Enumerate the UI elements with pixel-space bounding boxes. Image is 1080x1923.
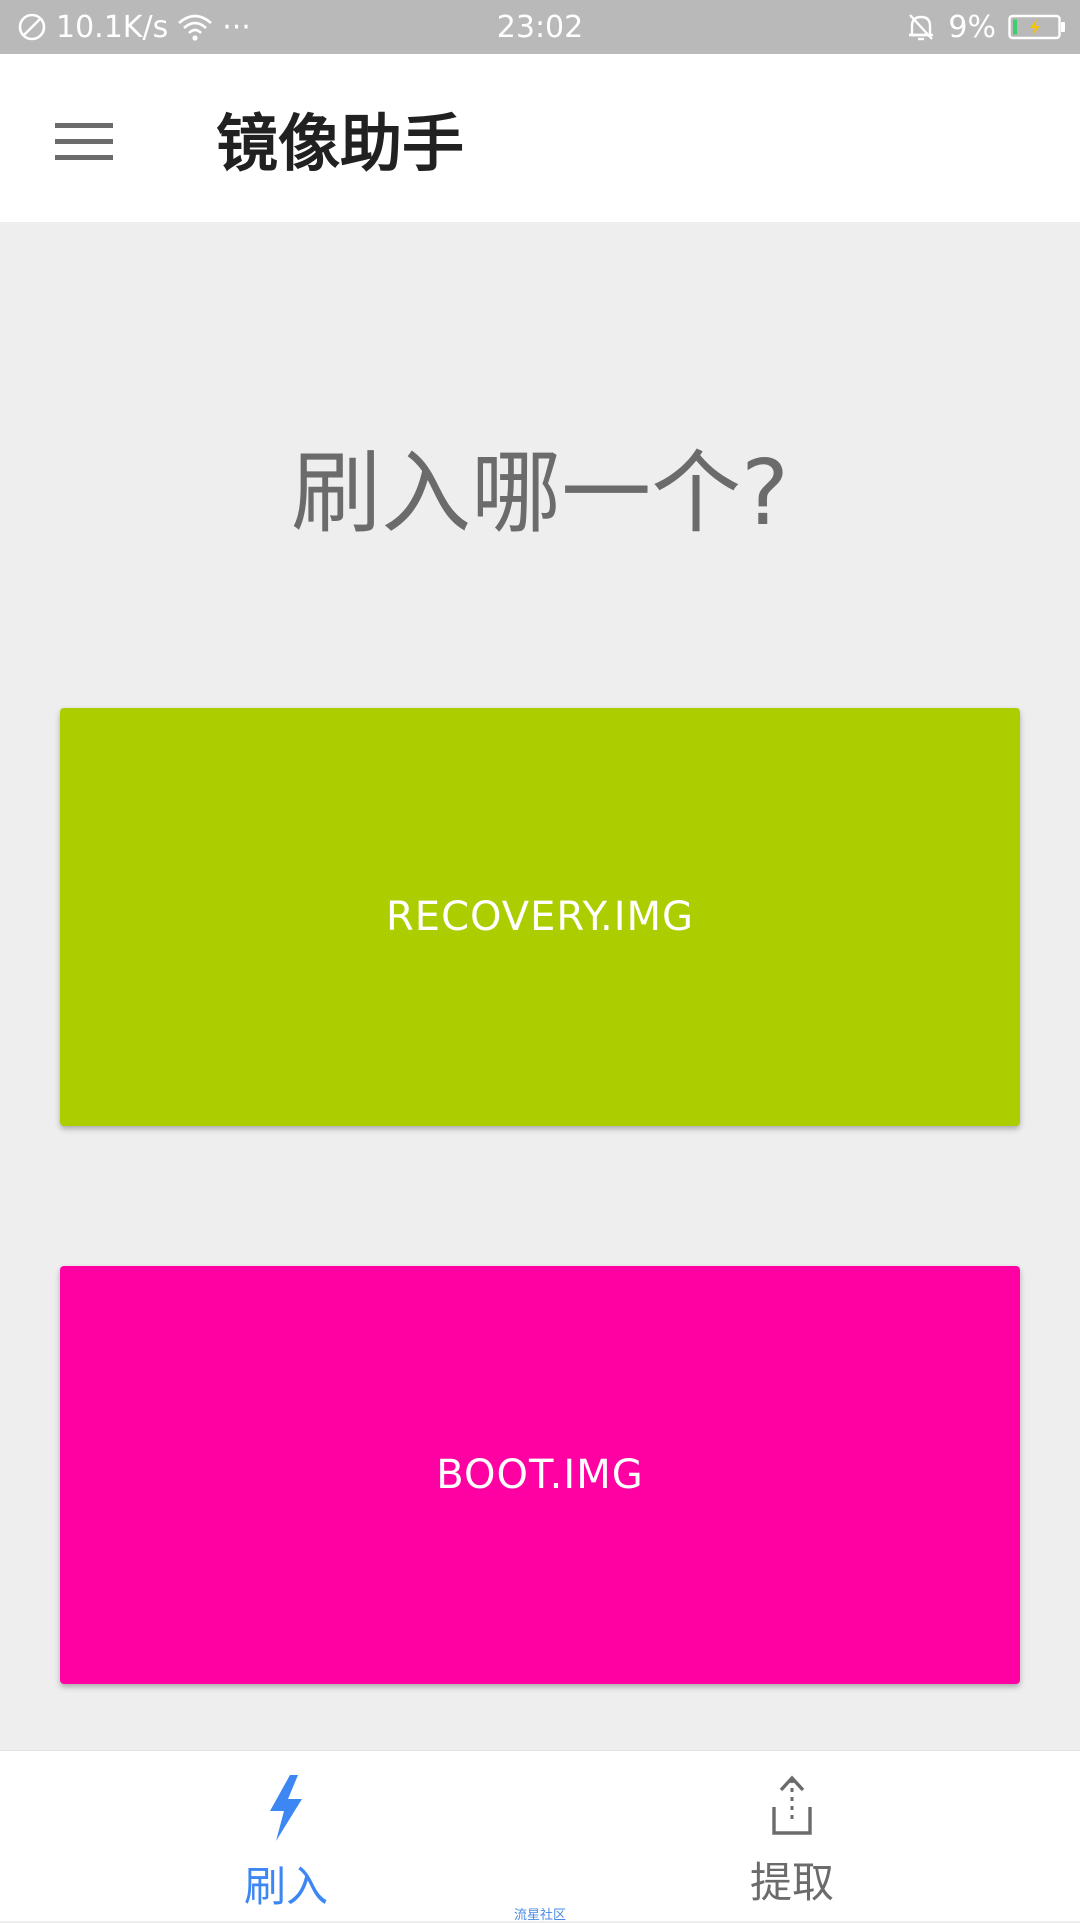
app-title: 镜像助手 <box>216 107 465 180</box>
nav-extract-label: 提取 <box>749 1858 834 1907</box>
network-speed: 10.1K/s <box>56 9 169 45</box>
flash-icon <box>264 1773 308 1847</box>
do-not-disturb-icon <box>16 11 48 43</box>
menu-button[interactable] <box>44 104 124 184</box>
boot-img-label: BOOT.IMG <box>436 1452 644 1498</box>
recovery-img-button[interactable]: RECOVERY.IMG <box>60 708 1020 1126</box>
battery-percent: 9% <box>948 9 996 45</box>
wifi-icon <box>176 12 214 42</box>
nav-flash[interactable]: 刷入 <box>176 1773 396 1911</box>
nav-extract[interactable]: 提取 <box>682 1773 902 1907</box>
upload-icon <box>768 1773 816 1843</box>
status-left: 10.1K/s ··· <box>16 0 251 54</box>
menu-icon <box>55 121 113 167</box>
status-right: 9% <box>906 0 1066 54</box>
battery-charging-icon <box>1008 13 1066 41</box>
status-time: 23:02 <box>496 9 584 45</box>
boot-img-button[interactable]: BOOT.IMG <box>60 1266 1020 1684</box>
flash-question: 刷入哪一个? <box>291 441 789 546</box>
app-bar: 镜像助手 <box>0 54 1080 222</box>
status-bar: 10.1K/s ··· 23:02 9% <box>0 0 1080 54</box>
bottom-nav: 刷入 提取 <box>0 1750 1080 1921</box>
watermark: 流星社区 <box>513 1908 566 1923</box>
more-dots: ··· <box>222 9 251 45</box>
recovery-img-label: RECOVERY.IMG <box>386 894 694 940</box>
bell-muted-icon <box>906 11 936 43</box>
